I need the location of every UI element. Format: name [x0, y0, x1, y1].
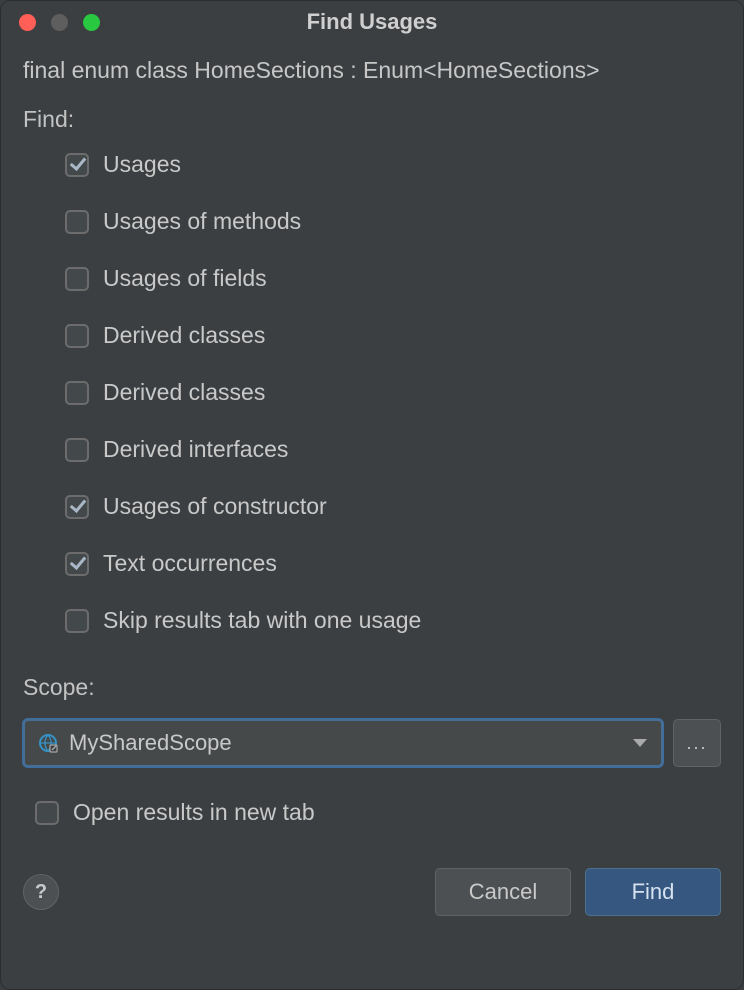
option-usages-methods[interactable]: Usages of methods	[65, 208, 721, 235]
close-icon[interactable]	[19, 14, 36, 31]
checkbox-icon[interactable]	[35, 801, 59, 825]
cancel-button[interactable]: Cancel	[435, 868, 571, 916]
dialog-content: final enum class HomeSections : Enum<Hom…	[1, 43, 743, 826]
checkbox-icon[interactable]	[65, 267, 89, 291]
option-usages-constructor[interactable]: Usages of constructor	[65, 493, 721, 520]
titlebar: Find Usages	[1, 1, 743, 43]
option-label: Open results in new tab	[73, 799, 315, 826]
checkbox-icon[interactable]	[65, 381, 89, 405]
option-label: Usages of constructor	[103, 493, 327, 520]
maximize-icon[interactable]	[83, 14, 100, 31]
find-label: Find:	[23, 106, 721, 133]
option-label: Usages	[103, 151, 181, 178]
scope-label: Scope:	[23, 674, 721, 701]
option-label: Usages of fields	[103, 265, 267, 292]
scope-more-button[interactable]: ...	[673, 719, 721, 767]
help-button[interactable]: ?	[23, 874, 59, 910]
option-derived-interfaces[interactable]: Derived interfaces	[65, 436, 721, 463]
shared-scope-icon	[37, 732, 59, 754]
checkbox-icon[interactable]	[65, 324, 89, 348]
scope-row: MySharedScope ...	[23, 719, 721, 767]
option-derived-classes-2[interactable]: Derived classes	[65, 379, 721, 406]
option-open-new-tab[interactable]: Open results in new tab	[23, 799, 721, 826]
option-usages-fields[interactable]: Usages of fields	[65, 265, 721, 292]
option-label: Derived interfaces	[103, 436, 288, 463]
dialog-footer: ? Cancel Find	[1, 868, 743, 916]
find-options: Usages Usages of methods Usages of field…	[23, 151, 721, 634]
option-text-occurrences[interactable]: Text occurrences	[65, 550, 721, 577]
checkbox-icon[interactable]	[65, 153, 89, 177]
scope-select[interactable]: MySharedScope	[23, 719, 663, 767]
checkbox-icon[interactable]	[65, 438, 89, 462]
scope-value: MySharedScope	[69, 730, 232, 756]
option-label: Derived classes	[103, 379, 265, 406]
find-button[interactable]: Find	[585, 868, 721, 916]
option-label: Usages of methods	[103, 208, 301, 235]
option-label: Skip results tab with one usage	[103, 607, 421, 634]
target-declaration: final enum class HomeSections : Enum<Hom…	[23, 57, 721, 84]
option-label: Derived classes	[103, 322, 265, 349]
minimize-icon	[51, 14, 68, 31]
option-skip-results-tab[interactable]: Skip results tab with one usage	[65, 607, 721, 634]
window-controls	[1, 14, 100, 31]
window-title: Find Usages	[1, 9, 743, 35]
chevron-down-icon	[633, 739, 647, 747]
option-label: Text occurrences	[103, 550, 277, 577]
option-derived-classes-1[interactable]: Derived classes	[65, 322, 721, 349]
checkbox-icon[interactable]	[65, 552, 89, 576]
checkbox-icon[interactable]	[65, 495, 89, 519]
checkbox-icon[interactable]	[65, 609, 89, 633]
option-usages[interactable]: Usages	[65, 151, 721, 178]
checkbox-icon[interactable]	[65, 210, 89, 234]
